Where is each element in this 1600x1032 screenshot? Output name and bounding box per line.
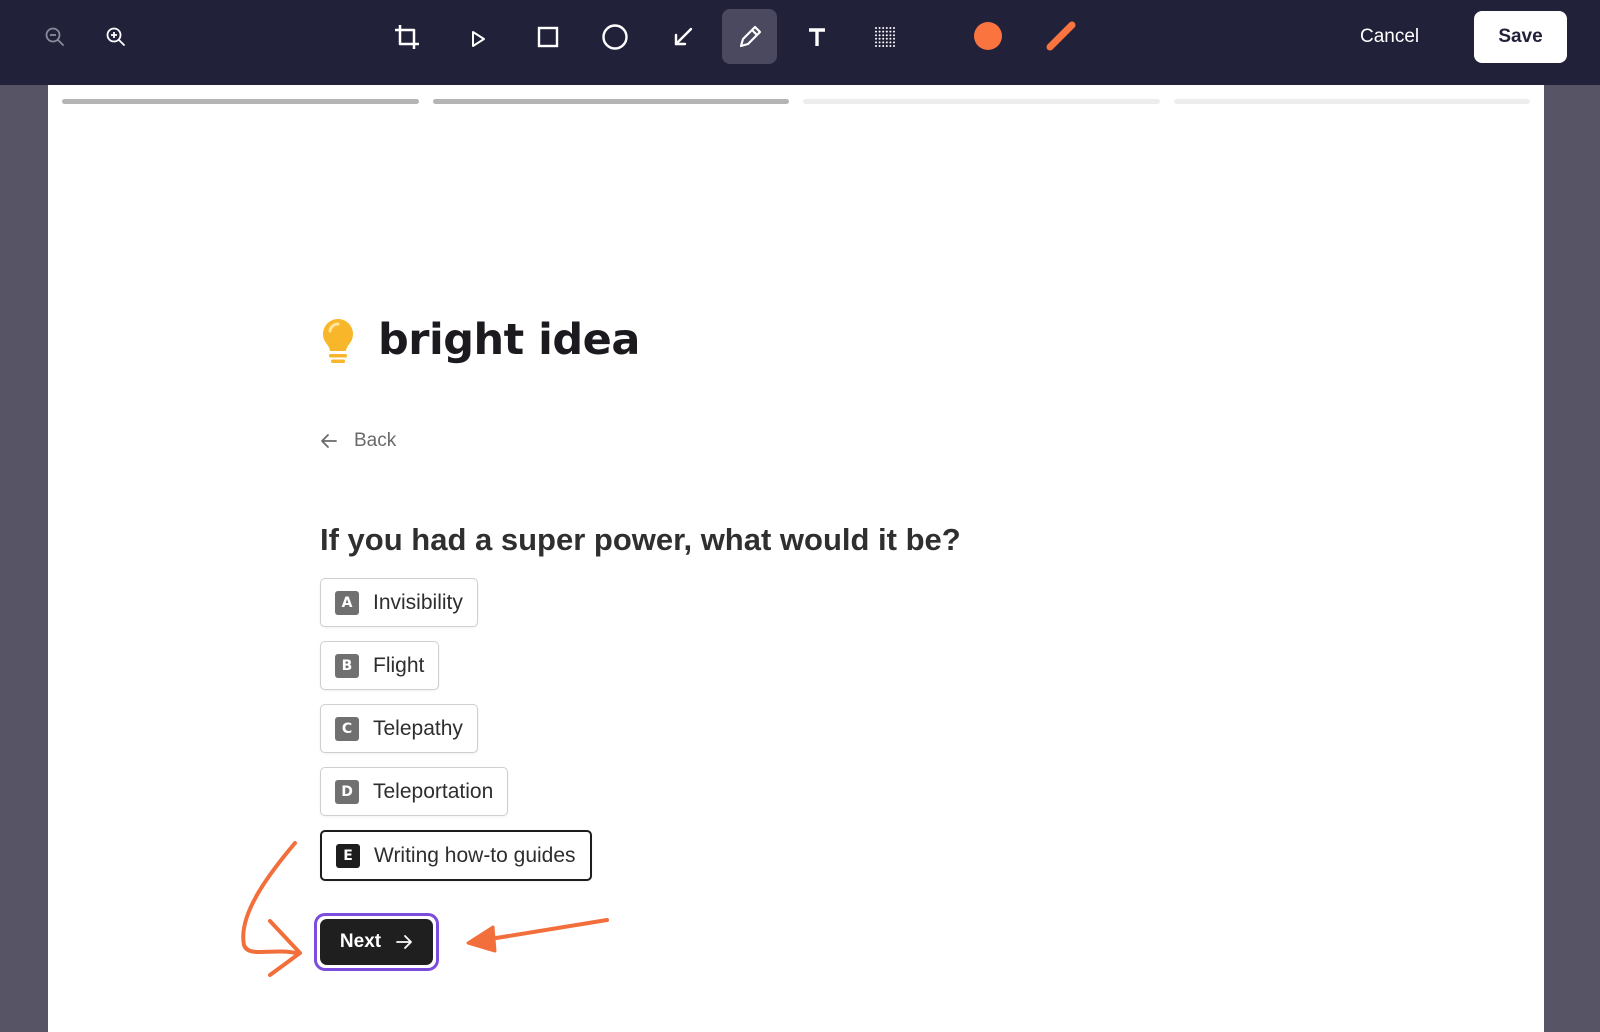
curved-arrow-annotation xyxy=(241,841,298,955)
option-label: Teleportation xyxy=(373,779,494,803)
question-title: If you had a super power, what would it … xyxy=(320,522,961,557)
back-link[interactable]: Back xyxy=(320,430,396,452)
option-key: A xyxy=(335,590,359,615)
progress-segment xyxy=(803,99,1160,104)
brand-name: bright idea xyxy=(378,315,640,365)
option-label: Writing how-to guides xyxy=(374,843,576,867)
color-picker-swatch[interactable] xyxy=(974,22,1002,50)
next-label: Next xyxy=(339,931,382,952)
annotation-layer xyxy=(241,841,609,977)
option-key: E xyxy=(336,843,360,868)
option-label: Telepathy xyxy=(373,716,463,740)
stroke-width-icon[interactable] xyxy=(1043,18,1079,54)
save-button[interactable]: Save xyxy=(1474,11,1567,63)
option-label: Invisibility xyxy=(373,590,463,614)
arrow-left-icon xyxy=(321,434,337,448)
option-label: Flight xyxy=(373,653,425,677)
progress-segment xyxy=(1173,99,1530,104)
option-b[interactable]: B Flight xyxy=(320,641,440,690)
rectangle-icon[interactable] xyxy=(533,22,563,52)
pen-icon[interactable] xyxy=(722,9,777,64)
screenshot-canvas: bright idea Back If you had a super powe… xyxy=(48,85,1544,1032)
option-a[interactable]: A Invisibility xyxy=(320,578,478,627)
progress-bar xyxy=(62,99,1530,104)
straight-arrow-annotation xyxy=(482,918,609,942)
option-e[interactable]: E Writing how-to guides xyxy=(320,830,592,881)
option-key: B xyxy=(335,653,359,678)
select-pointer-icon[interactable] xyxy=(463,24,493,54)
zoom-out-icon[interactable] xyxy=(40,22,70,52)
progress-segment xyxy=(432,99,789,104)
back-label: Back xyxy=(354,430,397,451)
text-icon[interactable] xyxy=(802,22,832,52)
zoom-in-icon[interactable] xyxy=(101,22,131,52)
crop-icon[interactable] xyxy=(390,20,424,54)
straight-arrow-head xyxy=(466,925,497,953)
arrow-right-icon xyxy=(395,933,413,951)
arrow-icon[interactable] xyxy=(668,22,698,52)
option-c[interactable]: C Telepathy xyxy=(320,704,478,753)
next-button[interactable]: Next xyxy=(320,919,433,965)
annotation-toolbar: Cancel Save xyxy=(0,0,1600,85)
progress-segment xyxy=(62,99,419,104)
brand-logo: bright idea xyxy=(318,315,640,365)
option-key: D xyxy=(335,779,359,804)
blur-icon[interactable] xyxy=(870,22,900,52)
option-key: C xyxy=(335,716,359,741)
option-d[interactable]: D Teleportation xyxy=(320,767,509,816)
cancel-button[interactable]: Cancel xyxy=(1360,22,1419,52)
lightbulb-icon xyxy=(323,319,353,363)
ellipse-icon[interactable] xyxy=(599,21,631,53)
curved-arrow-head xyxy=(268,919,302,977)
